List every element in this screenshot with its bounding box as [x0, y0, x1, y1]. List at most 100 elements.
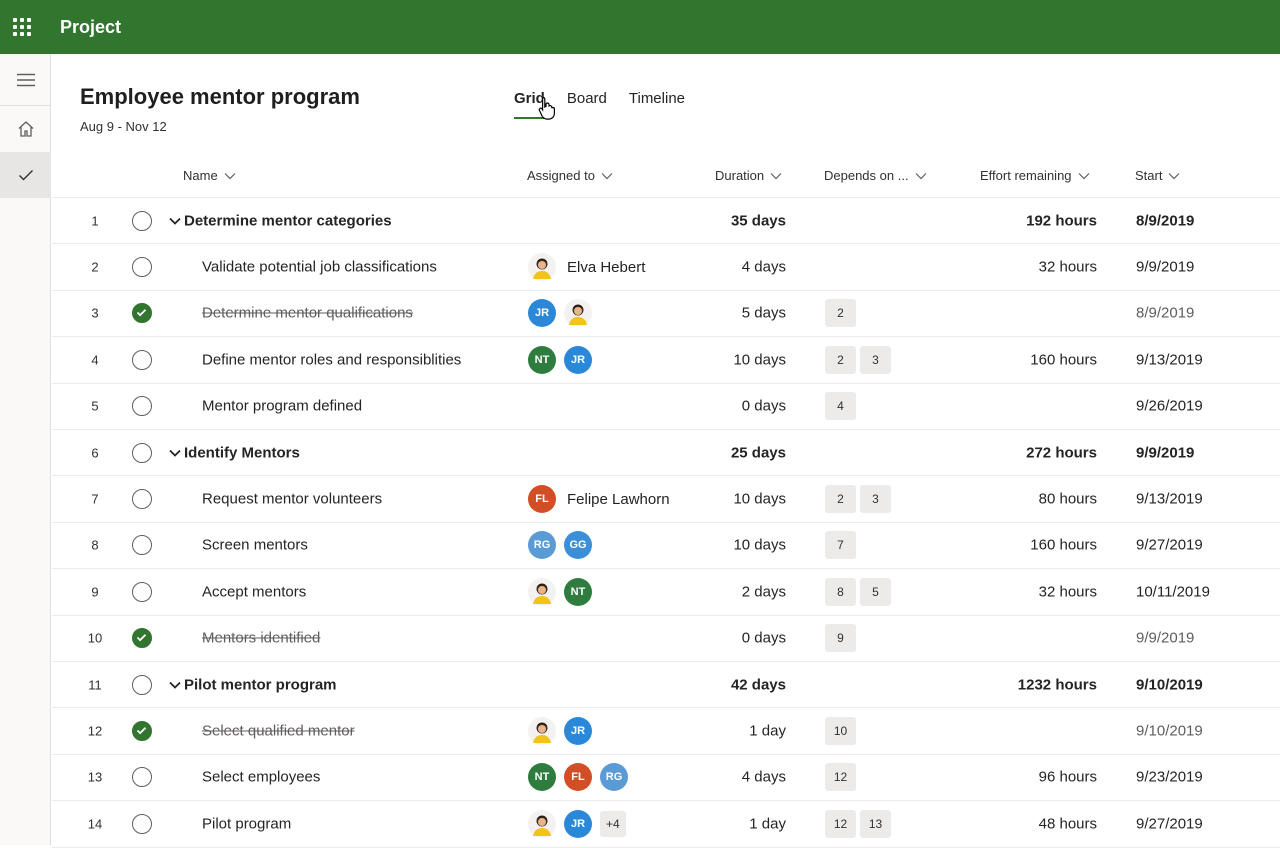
assignees[interactable]: JR — [528, 717, 592, 746]
start-date-cell[interactable]: 9/27/2019 — [1136, 537, 1203, 554]
duration-cell[interactable]: 35 days — [612, 212, 786, 229]
task-name[interactable]: Mentor program defined — [202, 398, 362, 415]
dependencies[interactable]: 2 — [825, 299, 856, 328]
collapse-chevron-icon[interactable] — [169, 681, 181, 689]
task-row[interactable]: 5 Mentor program defined 0 days 4 9/26/2019 — [52, 384, 1280, 430]
duration-cell[interactable]: 42 days — [612, 676, 786, 693]
task-name[interactable]: Accept mentors — [202, 583, 306, 600]
task-row[interactable]: 12 Select qualified mentor JR 1 day 10 9/10/2… — [52, 708, 1280, 755]
dependency-chip[interactable]: 13 — [860, 809, 891, 838]
task-name[interactable]: Define mentor roles and responsiblities — [202, 351, 461, 368]
summary-task-row[interactable]: 6 Identify Mentors 25 days 272 hours 9/9/201… — [52, 430, 1280, 477]
dependency-chip[interactable]: 2 — [825, 345, 856, 374]
start-date-cell[interactable]: 9/26/2019 — [1136, 398, 1203, 415]
dependencies[interactable]: 12 13 — [825, 809, 891, 838]
task-checkbox[interactable] — [132, 210, 152, 231]
task-name[interactable]: Validate potential job classifications — [202, 259, 437, 276]
effort-remaining-cell[interactable]: 48 hours — [932, 815, 1097, 832]
task-name[interactable]: Determine mentor categories — [184, 212, 392, 229]
task-row[interactable]: 9 Accept mentors NT 2 days 8 5 32 hours 10/11/2… — [52, 569, 1280, 616]
dependency-chip[interactable]: 8 — [825, 577, 856, 606]
effort-remaining-cell[interactable]: 1232 hours — [932, 676, 1097, 693]
effort-remaining-cell[interactable]: 160 hours — [932, 351, 1097, 368]
dependency-chip[interactable]: 7 — [825, 531, 856, 560]
task-name[interactable]: Select qualified mentor — [202, 723, 355, 740]
start-date-cell[interactable]: 9/13/2019 — [1136, 491, 1203, 508]
assignees[interactable]: RG GG — [528, 531, 592, 560]
tasks-button[interactable] — [0, 152, 51, 198]
dependency-chip[interactable]: 4 — [825, 392, 856, 421]
task-checkbox[interactable] — [132, 257, 152, 278]
tab-timeline[interactable]: Timeline — [629, 90, 685, 119]
start-date-cell[interactable]: 9/10/2019 — [1136, 723, 1203, 740]
duration-cell[interactable]: 0 days — [612, 630, 786, 647]
task-name[interactable]: Screen mentors — [202, 537, 308, 554]
effort-remaining-cell[interactable]: 192 hours — [932, 212, 1097, 229]
effort-remaining-cell[interactable]: 96 hours — [932, 769, 1097, 786]
dependency-chip[interactable]: 2 — [825, 485, 856, 514]
task-checkbox[interactable] — [132, 349, 152, 370]
column-header-effort[interactable]: Effort remaining — [980, 168, 1090, 183]
assignees[interactable]: NT JR — [528, 345, 592, 374]
column-header-name[interactable]: Name — [183, 168, 236, 183]
column-header-assigned[interactable]: Assigned to — [527, 168, 613, 183]
task-row[interactable]: 4 Define mentor roles and responsiblities… — [52, 337, 1280, 384]
duration-cell[interactable]: 25 days — [612, 444, 786, 461]
task-row[interactable]: 14 Pilot program JR +4 1 day 12 13 48 hours 9/27… — [52, 801, 1280, 848]
task-checkbox[interactable] — [132, 396, 152, 417]
task-row[interactable]: 2 Validate potential job classifications E… — [52, 244, 1280, 291]
task-row[interactable]: 8 Screen mentors RG GG 10 days 7 160 hours 9/27… — [52, 523, 1280, 570]
dependency-chip[interactable]: 10 — [825, 717, 856, 746]
start-date-cell[interactable]: 9/10/2019 — [1136, 676, 1203, 693]
task-checkbox[interactable] — [132, 535, 152, 556]
home-button[interactable] — [0, 106, 51, 152]
task-row[interactable]: 13 Select employees NT FL RG 4 days 12 96 hours… — [52, 755, 1280, 802]
task-checkbox[interactable] — [132, 581, 152, 602]
effort-remaining-cell[interactable]: 160 hours — [932, 537, 1097, 554]
summary-task-row[interactable]: 1 Determine mentor categories 35 days 192 h… — [52, 198, 1280, 245]
app-launcher-button[interactable] — [0, 0, 44, 54]
task-row[interactable]: 10 Mentors identified 0 days 9 9/9/2019 — [52, 616, 1280, 662]
effort-remaining-cell[interactable]: 272 hours — [932, 444, 1097, 461]
task-row[interactable]: 7 Request mentor volunteers FL Felipe Lawho… — [52, 476, 1280, 523]
duration-cell[interactable]: 4 days — [612, 769, 786, 786]
dependency-chip[interactable]: 12 — [825, 763, 856, 792]
completed-checkbox[interactable] — [132, 303, 152, 324]
duration-cell[interactable]: 10 days — [612, 351, 786, 368]
hamburger-menu-button[interactable] — [0, 54, 51, 106]
start-date-cell[interactable]: 9/9/2019 — [1136, 259, 1194, 276]
task-row[interactable]: 3 Determine mentor qualifications JR 5 days… — [52, 291, 1280, 338]
task-name[interactable]: Identify Mentors — [184, 444, 300, 461]
dependencies[interactable]: 23 — [825, 345, 891, 374]
summary-task-row[interactable]: 11 Pilot mentor program 42 days 1232 hours 9… — [52, 662, 1280, 709]
column-header-depends[interactable]: Depends on ... — [824, 168, 927, 183]
dependency-chip[interactable]: 12 — [825, 809, 856, 838]
duration-cell[interactable]: 2 days — [612, 583, 786, 600]
task-checkbox[interactable] — [132, 489, 152, 510]
task-checkbox[interactable] — [132, 767, 152, 788]
task-name[interactable]: Request mentor volunteers — [202, 491, 382, 508]
completed-checkbox[interactable] — [132, 721, 152, 742]
dependencies[interactable]: 23 — [825, 485, 891, 514]
start-date-cell[interactable]: 10/11/2019 — [1136, 583, 1210, 600]
start-date-cell[interactable]: 9/23/2019 — [1136, 769, 1203, 786]
start-date-cell[interactable]: 9/27/2019 — [1136, 815, 1203, 832]
task-name[interactable]: Pilot program — [202, 815, 291, 832]
dependencies[interactable]: 12 — [825, 763, 856, 792]
effort-remaining-cell[interactable]: 80 hours — [932, 491, 1097, 508]
duration-cell[interactable]: 4 days — [612, 259, 786, 276]
start-date-cell[interactable]: 9/9/2019 — [1136, 630, 1194, 647]
collapse-chevron-icon[interactable] — [169, 449, 181, 457]
task-name[interactable]: Select employees — [202, 769, 320, 786]
dependency-chip[interactable]: 9 — [825, 624, 856, 653]
duration-cell[interactable]: 10 days — [612, 537, 786, 554]
effort-remaining-cell[interactable]: 32 hours — [932, 583, 1097, 600]
dependencies[interactable]: 4 — [825, 392, 856, 421]
dependencies[interactable]: 85 — [825, 577, 891, 606]
dependencies[interactable]: 10 — [825, 717, 856, 746]
start-date-cell[interactable]: 9/13/2019 — [1136, 351, 1203, 368]
effort-remaining-cell[interactable]: 32 hours — [932, 259, 1097, 276]
column-header-start[interactable]: Start — [1135, 168, 1180, 183]
start-date-cell[interactable]: 8/9/2019 — [1136, 212, 1194, 229]
dependency-chip[interactable]: 3 — [860, 485, 891, 514]
